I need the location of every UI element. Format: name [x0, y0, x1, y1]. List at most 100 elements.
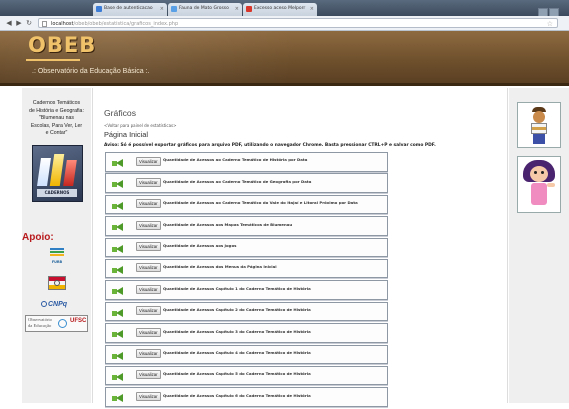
- view-button[interactable]: Visualizar: [136, 391, 161, 401]
- browser-tab-3[interactable]: Excesso aceso Melporr ×: [243, 3, 317, 16]
- cadernos-line: Escolas, Para Ver, Ler: [30, 122, 83, 129]
- bookmark-star-icon[interactable]: ☆: [547, 19, 553, 29]
- megaphone-icon: [112, 308, 124, 317]
- pdf-export-notice: Aviso: Só é possível exportar gráficos p…: [104, 143, 436, 148]
- header-divider: [0, 83, 569, 86]
- cnpq-logo[interactable]: CNPq: [41, 301, 67, 308]
- megaphone-icon: [112, 244, 124, 253]
- url-field[interactable]: localhost/obeb/obeb/estatistica/graficos…: [38, 18, 558, 28]
- ufsc-label: UFSC: [70, 318, 87, 324]
- girl-avatar[interactable]: [517, 156, 561, 213]
- back-arrow-icon[interactable]: ◀: [5, 19, 13, 27]
- cadernos-line: de História e Geografia:: [29, 107, 84, 114]
- cadernos-link[interactable]: Cadernos Temáticos de História e Geograf…: [24, 100, 89, 138]
- report-label: Quantidade de Acessos ao Caderno Temátic…: [163, 178, 312, 184]
- report-row: Visualizar Quantidade de Acessos Capítul…: [105, 301, 388, 322]
- view-button[interactable]: Visualizar: [136, 220, 161, 230]
- observatorio-ufsc-logo[interactable]: Observatório da Educação UFSC: [25, 315, 88, 332]
- report-label: Quantidade de Acessos Capítulo 4 do Cade…: [163, 349, 311, 355]
- report-label: Quantidade de Acessos Capítulo 5 do Cade…: [163, 371, 311, 377]
- browser-tab-2[interactable]: Fauna de Mato Grosso ×: [168, 3, 242, 16]
- view-button[interactable]: Visualizar: [136, 199, 161, 209]
- view-button[interactable]: Visualizar: [136, 370, 161, 380]
- megaphone-icon: [112, 394, 124, 403]
- boy-avatar[interactable]: [517, 102, 561, 148]
- view-button[interactable]: Visualizar: [136, 177, 161, 187]
- megaphone-icon: [112, 201, 124, 210]
- globe-icon: [58, 319, 67, 328]
- report-row: Visualizar Quantidade de Acessos Capítul…: [105, 387, 388, 407]
- site-subtitle: .: Observatório da Educação Básica :.: [32, 68, 150, 75]
- cadernos-line: Cadernos Temáticos: [32, 100, 81, 106]
- tab-favicon-icon: [246, 6, 252, 12]
- right-sidebar: [509, 88, 569, 403]
- url-host: localhost: [51, 21, 74, 27]
- report-row: Visualizar Quantidade de Acessos ao Cade…: [105, 194, 388, 215]
- megaphone-icon: [112, 351, 124, 360]
- megaphone-icon: [112, 180, 124, 189]
- site-header: OBEB .: Observatório da Educação Básica …: [0, 31, 569, 83]
- close-icon[interactable]: ×: [310, 3, 314, 15]
- logo-underline: [26, 59, 80, 61]
- observatorio-label-1: Observatório: [28, 317, 52, 322]
- browser-tab-label: Base de autenticacao: [104, 6, 153, 11]
- megaphone-icon: [112, 159, 124, 167]
- tab-favicon-icon: [96, 6, 102, 12]
- view-button[interactable]: Visualizar: [136, 306, 161, 316]
- report-row: Visualizar Quantidade de Acessos dos Men…: [105, 258, 388, 279]
- report-label: Quantidade de Acessos Capítulo 2 do Cade…: [163, 307, 311, 313]
- furb-logo[interactable]: FURB: [48, 246, 66, 266]
- view-button[interactable]: Visualizar: [136, 284, 161, 294]
- report-label: Quantidade de Acessos Capítulo 3 do Cade…: [163, 328, 311, 334]
- report-row: Visualizar Quantidade de Acessos ao Cade…: [105, 173, 388, 193]
- site-logo[interactable]: OBEB: [28, 33, 96, 57]
- report-label: Quantidade de Acessos ao Caderno Temátic…: [163, 200, 358, 206]
- main-content: Gráficos <Voltar para painel de estatíst…: [92, 88, 508, 407]
- view-button[interactable]: Visualizar: [136, 349, 161, 359]
- close-icon[interactable]: ×: [160, 3, 164, 15]
- cadernos-line: e Contar": [45, 130, 68, 137]
- megaphone-icon: [112, 223, 124, 232]
- browser-tab-1[interactable]: Base de autenticacao ×: [93, 3, 167, 16]
- reload-icon[interactable]: ↻: [25, 19, 33, 27]
- browser-tab-bar: Base de autenticacao × Fauna de Mato Gro…: [0, 0, 569, 36]
- report-label: Quantidade de Acessos ao Caderno Temátic…: [163, 157, 308, 163]
- report-row: Visualizar Quantidade de Acessos aos Map…: [105, 216, 388, 236]
- report-row: Visualizar Quantidade de Acessos Capítul…: [105, 344, 388, 365]
- cadernos-line: "Blumenau nas: [38, 115, 74, 122]
- window-controls: [537, 2, 567, 36]
- view-button[interactable]: Visualizar: [136, 156, 161, 166]
- view-button[interactable]: Visualizar: [136, 327, 161, 337]
- page-title: Página Inicial: [104, 130, 148, 139]
- megaphone-icon: [112, 287, 124, 296]
- url-path: /obeb/obeb/estatistica/graficos_index.ph…: [73, 21, 179, 27]
- report-row: Visualizar Quantidade de Acessos aos Jog…: [105, 237, 388, 258]
- report-label: Quantidade de Acessos Capítulo 6 do Cade…: [163, 392, 311, 398]
- view-button[interactable]: Visualizar: [136, 242, 161, 252]
- page-icon: [42, 21, 47, 27]
- apoio-label: Apoio:: [22, 232, 54, 243]
- view-button[interactable]: Visualizar: [136, 263, 161, 273]
- close-icon[interactable]: ×: [235, 3, 239, 15]
- left-sidebar: Cadernos Temáticos de História e Geograf…: [22, 88, 91, 403]
- report-label: Quantidade de Acessos dos Menus da Págin…: [163, 264, 277, 270]
- megaphone-icon: [112, 372, 124, 381]
- report-row: Visualizar Quantidade de Acessos Capítul…: [105, 365, 388, 386]
- cnpq-ring-icon: [41, 301, 47, 307]
- tab-favicon-icon: [171, 6, 177, 12]
- report-row: Visualizar Quantidade de Acessos ao Cade…: [105, 152, 388, 172]
- report-row: Visualizar Quantidade de Acessos Capítul…: [105, 323, 388, 343]
- cnpq-label: CNPq: [48, 301, 68, 308]
- book-caption: CADERNOS: [37, 189, 77, 197]
- forward-arrow-icon[interactable]: ▶: [15, 19, 23, 27]
- page-heading: Gráficos: [104, 108, 136, 118]
- back-to-stats-link[interactable]: <Voltar para painel de estatísticas>: [104, 123, 176, 128]
- address-bar-row: ◀ ▶ ↻ localhost/obeb/obeb/estatistica/gr…: [0, 16, 569, 31]
- blumenau-flag-logo[interactable]: [48, 276, 66, 290]
- megaphone-icon: [112, 330, 124, 339]
- report-label: Quantidade de Acessos Capítulo 1 do Cade…: [163, 285, 311, 291]
- browser-tab-label: Fauna de Mato Grosso: [179, 6, 229, 11]
- browser-tab-label: Excesso aceso Melporr: [254, 6, 306, 11]
- cadernos-book-image[interactable]: CADERNOS: [32, 145, 83, 202]
- report-label: Quantidade de Acessos aos Jogos: [163, 242, 237, 248]
